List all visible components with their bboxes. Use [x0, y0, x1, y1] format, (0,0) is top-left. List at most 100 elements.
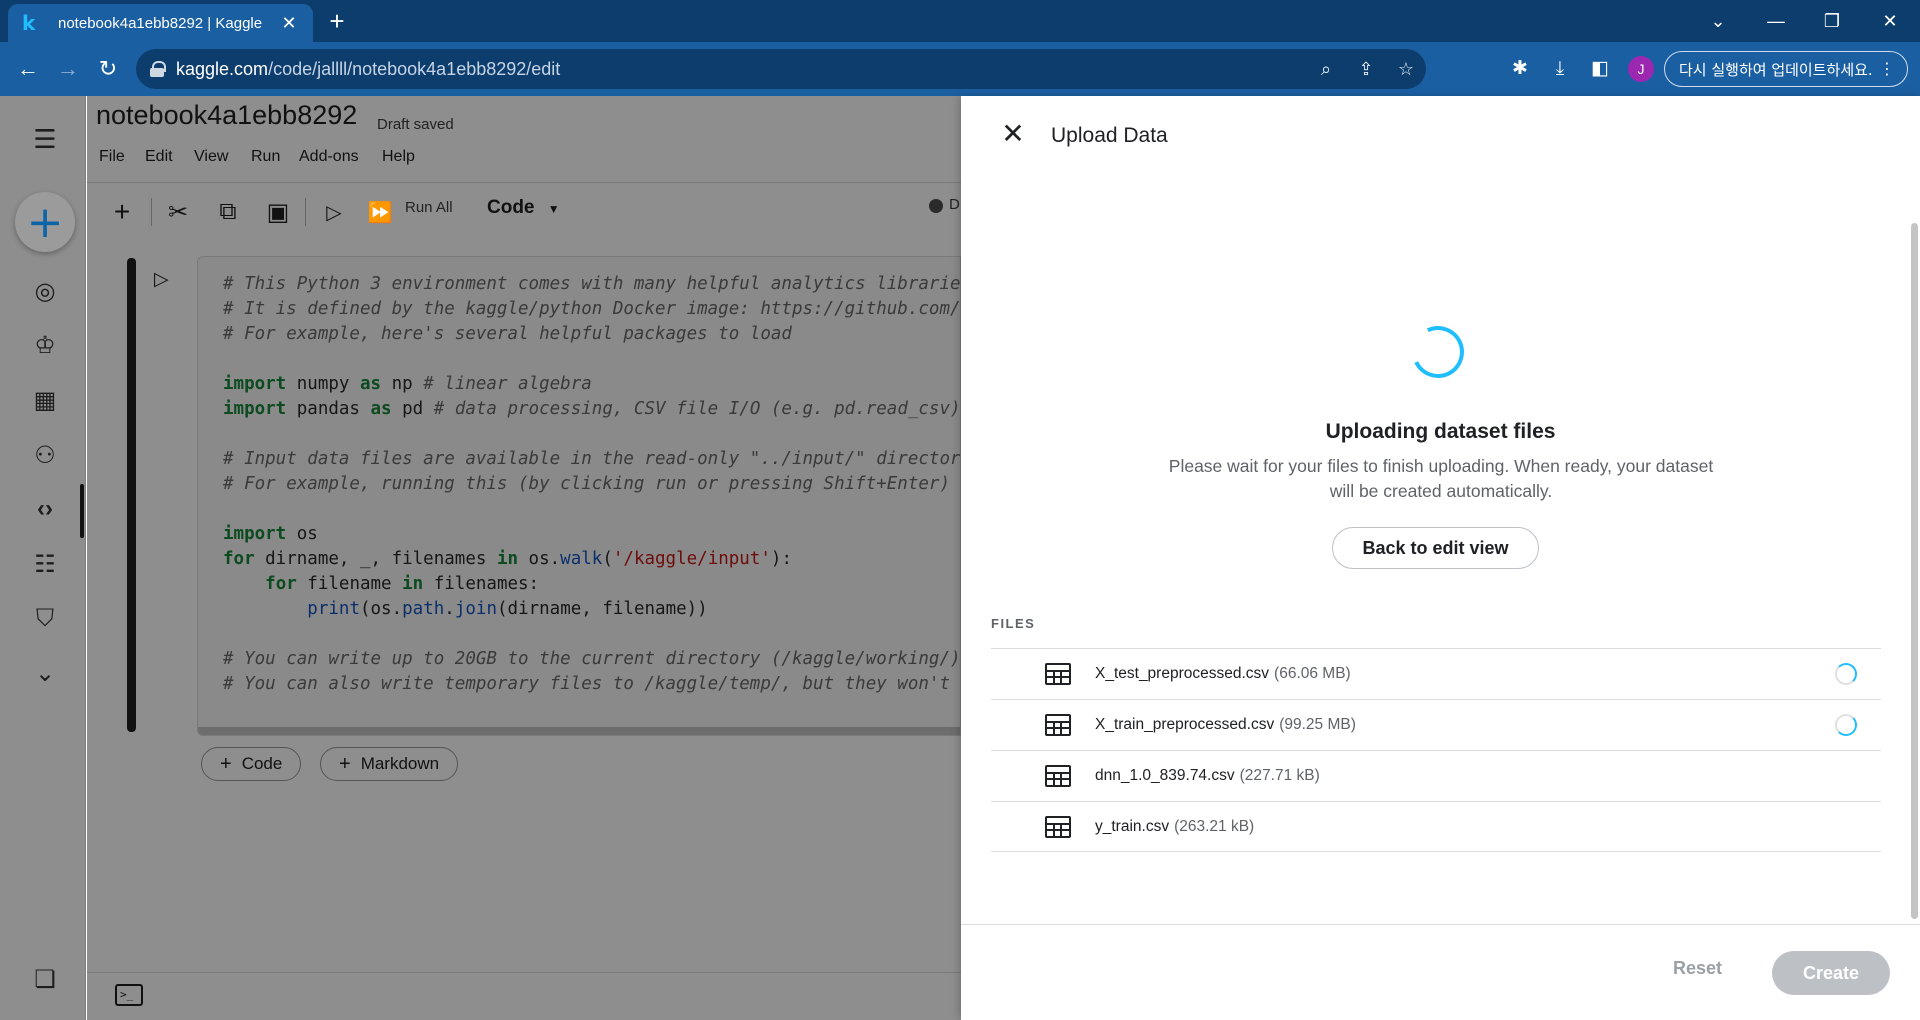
add-code-cell-button[interactable]: + Code: [201, 747, 302, 781]
learn-graduation-cap-icon[interactable]: ⛉: [24, 598, 66, 640]
create-dataset-button[interactable]: Create: [1772, 951, 1890, 995]
reload-icon[interactable]: ↻: [92, 53, 124, 85]
uploading-description: Please wait for your files to finish upl…: [1168, 456, 1714, 501]
browser-tab[interactable]: k notebook4a1ebb8292 | Kaggle ✕: [8, 4, 313, 42]
file-name: dnn_1.0_839.74.csv: [1095, 767, 1235, 784]
more-vert-icon: ⋮: [1879, 59, 1895, 78]
code-editor[interactable]: # This Python 3 environment comes with m…: [198, 257, 960, 697]
competitions-trophy-icon[interactable]: ♔: [24, 324, 66, 366]
forward-arrow-icon[interactable]: →: [52, 53, 84, 85]
menu-add-ons[interactable]: Add-ons: [299, 148, 359, 166]
panel-scrollbar[interactable]: [1911, 223, 1918, 919]
profile-avatar[interactable]: J: [1628, 56, 1654, 82]
create-button[interactable]: +: [15, 192, 75, 252]
view-active-events-icon[interactable]: ❏: [24, 958, 66, 1000]
file-name: y_train.csv: [1095, 817, 1170, 835]
horizontal-scrollbar[interactable]: [198, 727, 960, 735]
close-panel-icon[interactable]: ✕: [996, 116, 1030, 150]
file-size: (227.71 kB): [1239, 767, 1320, 784]
search-icon[interactable]: ⌕: [1306, 49, 1346, 89]
file-size: (263.21 kB): [1174, 817, 1255, 835]
paste-clipboard-icon[interactable]: ▣: [263, 194, 293, 230]
file-size: (99.25 MB): [1279, 716, 1356, 733]
side-panel-icon[interactable]: ◧: [1584, 53, 1616, 85]
upload-progress-spinner-icon: [1835, 714, 1857, 736]
run-all-button[interactable]: Run All: [405, 199, 453, 216]
add-cell-icon[interactable]: +: [107, 194, 137, 230]
restore-button[interactable]: ❐: [1804, 0, 1860, 42]
console-divider: [87, 972, 961, 973]
cell-selection-bar: [127, 258, 136, 732]
extensions-icon[interactable]: ✱: [1504, 53, 1536, 85]
dropdown-caret-icon: ▼: [547, 202, 560, 216]
browser-toolbar: ← → ↻ kaggle.com/code/jallll/notebook4a1…: [0, 42, 1920, 96]
table-file-icon: [1045, 815, 1071, 838]
back-arrow-icon[interactable]: ←: [12, 53, 44, 85]
address-bar[interactable]: kaggle.com/code/jallll/notebook4a1ebb829…: [136, 49, 1426, 89]
code-icon[interactable]: ‹›: [24, 488, 66, 530]
upload-progress-spinner-icon: [1835, 663, 1857, 685]
console-terminal-icon[interactable]: >_: [115, 984, 143, 1006]
menu-edit[interactable]: Edit: [145, 148, 173, 166]
file-row[interactable]: X_train_preprocessed.csv (99.25 MB): [991, 699, 1881, 750]
toolbar-separator: [305, 198, 306, 226]
active-indicator: [80, 484, 84, 538]
explore-compass-icon[interactable]: ◎: [24, 270, 66, 312]
reset-button[interactable]: Reset: [1673, 958, 1722, 979]
share-icon[interactable]: ⇪: [1346, 49, 1386, 89]
discussions-icon[interactable]: ☷: [24, 543, 66, 585]
menu-view[interactable]: View: [194, 148, 228, 166]
file-row[interactable]: y_train.csv (263.21 kB): [991, 801, 1881, 852]
run-cell-play-icon[interactable]: ▷: [319, 194, 349, 230]
cut-scissors-icon[interactable]: ✂: [163, 194, 193, 230]
hamburger-menu-icon[interactable]: ☰: [24, 118, 66, 160]
menu-run[interactable]: Run: [251, 148, 280, 166]
uploading-title: Uploading dataset files: [1325, 420, 1556, 443]
table-file-icon: [1045, 714, 1071, 736]
file-row[interactable]: dnn_1.0_839.74.csv (227.71 kB): [991, 750, 1881, 801]
plus-icon: +: [339, 752, 351, 775]
add-markdown-cell-button[interactable]: + Markdown: [320, 747, 459, 781]
run-all-fast-forward-icon[interactable]: ⏩: [363, 194, 397, 230]
tab-title: notebook4a1ebb8292 | Kaggle: [58, 14, 263, 32]
divider: [87, 182, 961, 183]
footer-divider: [961, 924, 1920, 925]
menu-file[interactable]: File: [99, 148, 125, 166]
run-cell-button-icon[interactable]: ▷: [154, 268, 169, 291]
lock-icon: [150, 61, 166, 77]
file-name: X_train_preprocessed.csv: [1095, 716, 1275, 733]
notebook-title[interactable]: notebook4a1ebb8292: [96, 100, 357, 131]
table-file-icon: [1045, 765, 1071, 787]
session-status-text: D: [949, 196, 960, 213]
download-icon[interactable]: ⤓: [1544, 53, 1576, 85]
bookmark-star-icon[interactable]: ☆: [1386, 49, 1426, 89]
tab-search-chevron-icon[interactable]: ⌄: [1690, 0, 1746, 42]
menu-help[interactable]: Help: [382, 148, 415, 166]
more-chevron-down-icon[interactable]: ⌄: [24, 652, 66, 694]
upload-data-panel: ✕ Upload Data Uploading dataset files Pl…: [961, 96, 1920, 1020]
minimize-button[interactable]: —: [1748, 0, 1804, 42]
cell-type-dropdown[interactable]: Code ▼: [487, 197, 560, 219]
save-status: Draft saved: [377, 116, 454, 133]
loading-spinner-icon: [1404, 318, 1472, 386]
kaggle-sidebar: ☰ + ◎ ♔ ▦ ⚇ ‹› ☷ ⛉ ⌄ ❏: [0, 96, 86, 1020]
new-tab-button[interactable]: +: [322, 6, 352, 36]
table-file-icon: [1045, 663, 1071, 685]
panel-title: Upload Data: [1051, 124, 1168, 147]
models-icon[interactable]: ⚇: [24, 434, 66, 476]
code-cell[interactable]: # This Python 3 environment comes with m…: [197, 256, 961, 736]
back-to-edit-view-button[interactable]: Back to edit view: [1332, 527, 1539, 569]
session-status-dot: [929, 199, 943, 213]
file-name: X_test_preprocessed.csv: [1095, 665, 1270, 682]
close-window-button[interactable]: ✕: [1862, 0, 1918, 42]
file-row[interactable]: X_test_preprocessed.csv (66.06 MB): [991, 648, 1881, 699]
url-text[interactable]: kaggle.com/code/jallll/notebook4a1ebb829…: [176, 59, 1306, 80]
datasets-table-icon[interactable]: ▦: [24, 379, 66, 421]
tab-close-icon[interactable]: ✕: [279, 13, 299, 34]
update-button[interactable]: 다시 실행하여 업데이트하세요. ⋮: [1664, 51, 1908, 87]
files-section-label: FILES: [991, 616, 1036, 631]
notebook-editor: notebook4a1ebb8292 Draft saved File Edit…: [87, 96, 961, 1020]
file-size: (66.06 MB): [1274, 665, 1351, 682]
copy-icon[interactable]: ⧉: [213, 194, 243, 230]
toolbar-separator: [151, 198, 152, 226]
